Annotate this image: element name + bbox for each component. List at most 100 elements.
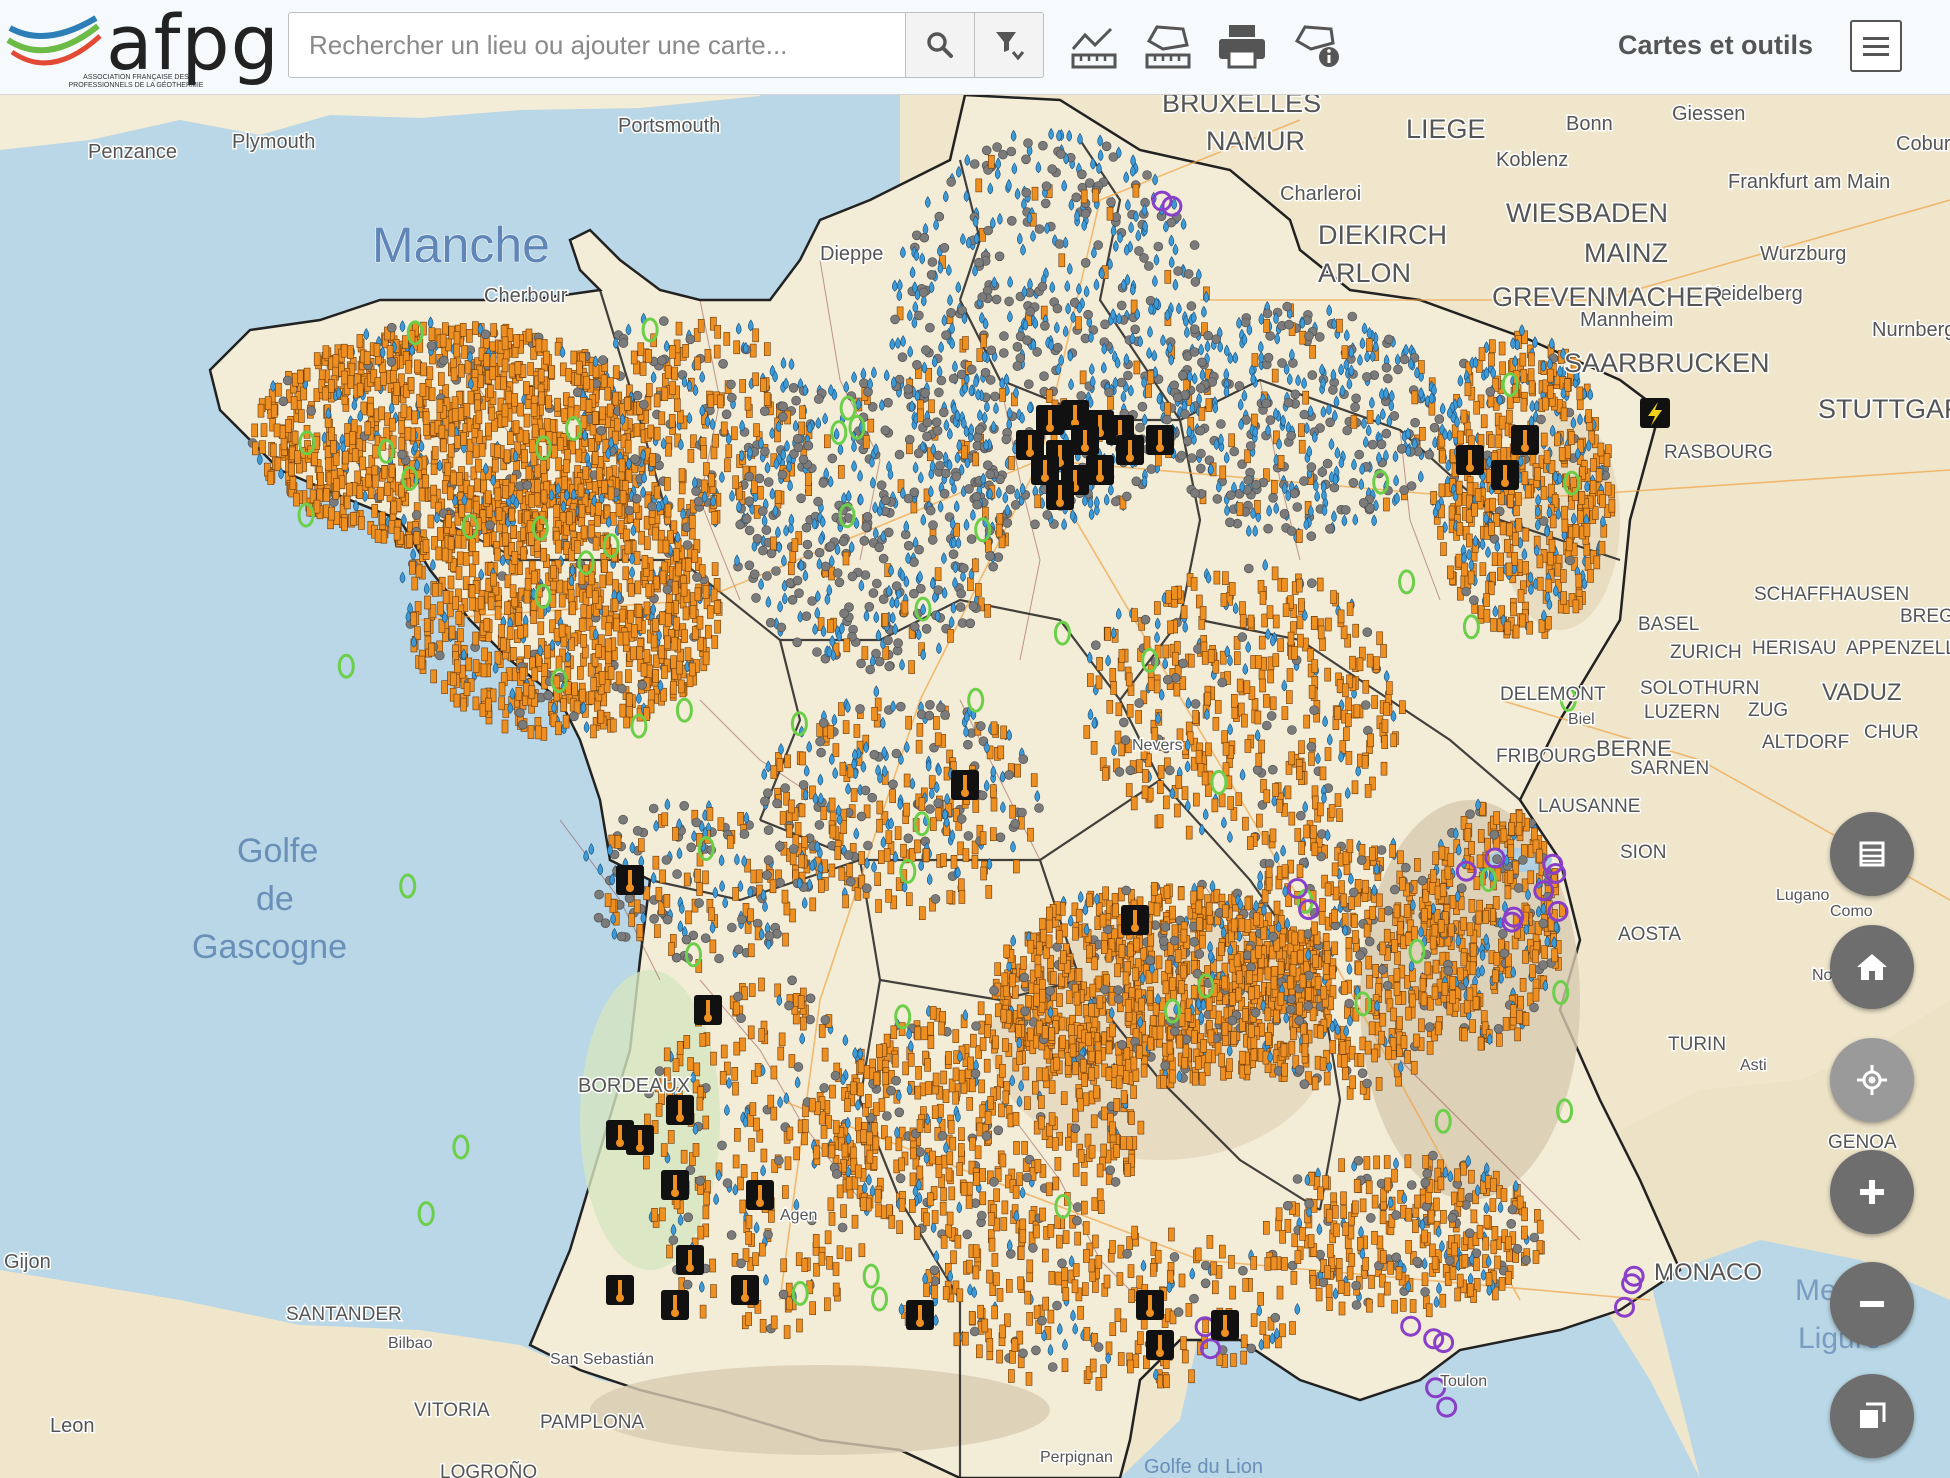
menu-icon xyxy=(1863,36,1889,40)
thermometer-icon xyxy=(743,1280,747,1296)
thermometer-icon xyxy=(1133,910,1137,926)
maps-and-tools-button[interactable]: Cartes et outils xyxy=(1618,30,1813,61)
city-wiesbaden: WIESBADEN xyxy=(1506,198,1668,228)
search-icon xyxy=(927,32,953,58)
city-grevenmacher: GREVENMACHER xyxy=(1492,282,1723,312)
afpg-logo[interactable]: afpg ASSOCIATION FRANÇAISE DES PROFESSIO… xyxy=(6,0,279,90)
city-agen: Agen xyxy=(780,1207,817,1224)
filter-icon xyxy=(996,32,1025,61)
city-wurzburg: Wurzburg xyxy=(1760,243,1846,265)
thermometer-icon xyxy=(1028,435,1032,451)
city-schaffhausen: SCHAFFHAUSEN xyxy=(1754,584,1909,605)
city-plymouth: Plymouth xyxy=(232,131,315,153)
city-zurich: ZURICH xyxy=(1670,642,1742,663)
city-cherbourg: Cherbour xyxy=(484,285,568,307)
city-liege: LIEGE xyxy=(1406,114,1486,144)
background-layers-icon xyxy=(1860,1402,1886,1428)
search-button[interactable] xyxy=(905,12,975,78)
thermometer-icon xyxy=(1158,430,1162,446)
city-koblenz: Koblenz xyxy=(1496,149,1568,171)
city-aosta: AOSTA xyxy=(1618,924,1681,945)
city-pamplona: PAMPLONA xyxy=(540,1412,645,1433)
thermometer-icon xyxy=(1043,460,1047,476)
city-luzern: LUZERN xyxy=(1644,702,1720,723)
search-input[interactable] xyxy=(288,12,906,78)
city-fribourg: FRIBOURG xyxy=(1496,746,1596,767)
city-asti: Asti xyxy=(1740,1057,1767,1074)
home-icon xyxy=(1857,954,1887,980)
home-button[interactable] xyxy=(1830,925,1914,1009)
city-solothurn: SOLOTHURN xyxy=(1640,678,1759,699)
city-sansebastian: San Sebastián xyxy=(550,1351,654,1368)
city-diekirch: DIEKIRCH xyxy=(1318,220,1447,250)
city-logrono: LOGROÑO xyxy=(440,1461,537,1478)
city-bregenz: BREGEN xyxy=(1900,606,1950,627)
info-tool[interactable] xyxy=(1288,16,1348,76)
city-herisau: HERISAU xyxy=(1752,638,1836,659)
thermometer-icon xyxy=(1158,1335,1162,1351)
thermometer-icon xyxy=(1098,460,1102,476)
thermometer-icon xyxy=(1503,465,1507,481)
city-genoa: GENOA xyxy=(1828,1132,1897,1153)
sea-label-golfe-du-lion: Golfe du Lion xyxy=(1144,1456,1263,1478)
city-perpignan: Perpignan xyxy=(1040,1449,1113,1466)
print-icon xyxy=(1219,25,1265,69)
city-nevers: Nevers xyxy=(1132,737,1183,754)
city-giessen: Giessen xyxy=(1672,103,1745,125)
print-tool[interactable] xyxy=(1212,16,1272,76)
city-vaduz: VADUZ xyxy=(1822,679,1902,706)
locate-button[interactable] xyxy=(1830,1038,1914,1122)
thermometer-icon xyxy=(1073,405,1077,421)
thermometer-icon xyxy=(1118,420,1122,436)
city-turin: TURIN xyxy=(1668,1034,1726,1055)
background-layers-button[interactable] xyxy=(1830,1374,1914,1458)
city-frankfurt: Frankfurt am Main xyxy=(1728,171,1890,193)
thermometer-icon xyxy=(638,1130,642,1146)
city-lausanne: LAUSANNE xyxy=(1538,796,1640,817)
thermometer-icon xyxy=(1468,450,1472,466)
thermometer-icon xyxy=(1083,430,1087,446)
thermometer-icon xyxy=(1048,410,1052,426)
table-icon xyxy=(1859,841,1885,867)
city-penzance: Penzance xyxy=(88,141,177,163)
sea-label-gascogne: Gascogne xyxy=(192,928,347,966)
table-button[interactable] xyxy=(1830,812,1914,896)
city-charleroi: Charleroi xyxy=(1280,183,1361,205)
city-strasbourg: RASBOURG xyxy=(1664,442,1773,463)
city-stuttgart: STUTTGART xyxy=(1818,394,1950,424)
thermometer-icon xyxy=(678,1100,682,1116)
city-namur: NAMUR xyxy=(1206,126,1305,156)
logo-subtitle: ASSOCIATION FRANÇAISE DES PROFESSIONNELS… xyxy=(68,74,204,89)
city-mainz: MAINZ xyxy=(1584,238,1668,268)
zoom-in-icon xyxy=(1860,1180,1884,1204)
zoom-in-button[interactable] xyxy=(1830,1150,1914,1234)
sea-label-manche: Manche xyxy=(372,217,550,273)
thermometer-icon xyxy=(963,775,967,791)
measure-line-icon xyxy=(1071,27,1117,69)
city-delemont: DELEMONT xyxy=(1500,684,1606,705)
city-dieppe: Dieppe xyxy=(820,243,883,265)
measure-area-tool[interactable] xyxy=(1138,16,1198,76)
measure-line-tool[interactable] xyxy=(1064,16,1124,76)
city-gijon: Gijon xyxy=(4,1251,51,1273)
filter-button[interactable] xyxy=(974,12,1044,78)
thermometer-icon xyxy=(628,870,632,886)
city-mannheim: Mannheim xyxy=(1580,309,1673,331)
city-bilbao: Bilbao xyxy=(388,1335,433,1352)
city-portsmouth: Portsmouth xyxy=(618,115,720,137)
thermometer-icon xyxy=(673,1175,677,1191)
thermometer-icon xyxy=(1223,1315,1227,1331)
map-canvas[interactable]: Manche Golfe de Gascogne Golfe du Lion M… xyxy=(0,0,1950,1478)
zoom-out-button[interactable] xyxy=(1830,1262,1914,1346)
sea-label-golfe: Golfe xyxy=(237,832,318,870)
city-bonn: Bonn xyxy=(1566,113,1613,135)
thermometer-icon xyxy=(706,1000,710,1016)
city-nurnberg: Nurnberg xyxy=(1872,319,1950,341)
city-zug: ZUG xyxy=(1748,700,1788,721)
menu-button[interactable] xyxy=(1850,20,1902,72)
city-toulon: Toulon xyxy=(1440,1373,1487,1390)
city-monaco: MONACO xyxy=(1654,1259,1762,1286)
measure-area-icon xyxy=(1145,25,1191,69)
city-vitoria: VITORIA xyxy=(414,1400,490,1421)
city-basel: BASEL xyxy=(1638,614,1699,635)
